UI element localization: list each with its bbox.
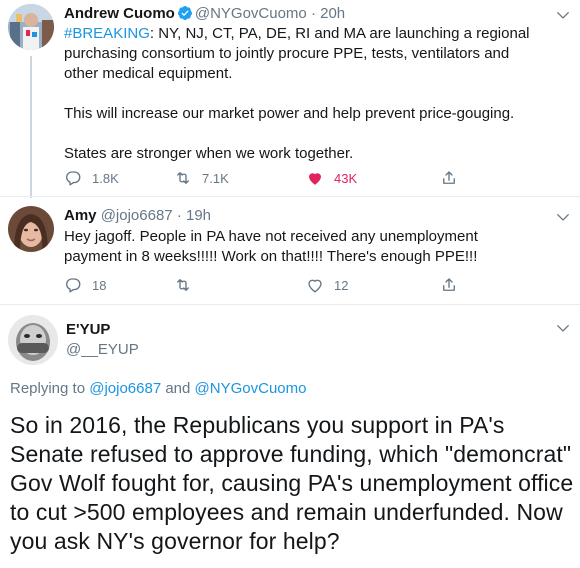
like-count: 12	[334, 277, 349, 293]
tweet-paragraph-2: This will increase our market power and …	[64, 105, 515, 122]
share-icon	[443, 171, 455, 184]
avatar-eyup[interactable]	[8, 315, 58, 365]
tweet-actions: 18 12	[64, 276, 514, 298]
share-icon	[443, 278, 455, 291]
tweet-header-name: E'YUP	[66, 320, 110, 340]
retweet-icon	[177, 172, 189, 184]
tweet-header: Andrew Cuomo @NYGovCuomo · 20h	[64, 4, 345, 24]
reply-count: 18	[92, 277, 107, 293]
retweet-button[interactable]: 7.1K	[174, 169, 229, 187]
author-handle[interactable]: @__EYUP	[66, 341, 139, 358]
replying-to-prefix: Replying to	[10, 380, 90, 397]
heart-outline-icon	[308, 279, 322, 293]
like-count: 43K	[334, 170, 358, 186]
retweet-button[interactable]	[174, 276, 202, 294]
heart-filled-icon	[309, 173, 321, 185]
reply-button[interactable]: 18	[64, 276, 106, 294]
chevron-down-icon[interactable]	[556, 321, 570, 335]
reply-count: 1.8K	[92, 170, 119, 186]
divider	[0, 196, 580, 197]
author-name[interactable]: E'YUP	[66, 321, 110, 338]
like-button[interactable]: 43K	[306, 169, 357, 187]
avatar-cuomo[interactable]	[8, 4, 54, 50]
chevron-down-icon[interactable]	[556, 8, 570, 22]
mention-link-jojo6687[interactable]: @jojo6687	[89, 380, 161, 397]
tweet-amy[interactable]: Amy @jojo6687 · 19h Hey jagoff. People i…	[0, 196, 580, 300]
tweet-cuomo[interactable]: Andrew Cuomo @NYGovCuomo · 20h #BREAKING:…	[0, 0, 580, 198]
retweet-count: 7.1K	[202, 170, 229, 186]
separator-dot: ·	[310, 5, 316, 22]
reply-icon	[66, 171, 81, 186]
separator-dot: ·	[176, 207, 182, 224]
retweet-icon	[177, 279, 189, 291]
reply-icon	[66, 278, 81, 293]
focused-tweet-text: So in 2016, the Republicans you support …	[10, 412, 574, 554]
thread-connector-line	[30, 56, 32, 198]
replying-to-and: and	[161, 380, 195, 397]
author-name[interactable]: Amy	[64, 207, 97, 224]
author-handle[interactable]: @NYGovCuomo	[195, 5, 307, 22]
like-button[interactable]: 12	[306, 276, 348, 294]
tweet-actions: 1.8K 7.1K 43K	[64, 169, 514, 191]
reply-button[interactable]: 1.8K	[64, 169, 119, 187]
replying-to: Replying to @jojo6687 and @NYGovCuomo	[10, 380, 306, 397]
hashtag-link[interactable]: #BREAKING	[64, 25, 150, 42]
timestamp[interactable]: 19h	[186, 207, 211, 224]
share-button[interactable]	[440, 169, 468, 187]
verified-badge-icon	[177, 5, 193, 21]
tweet-header: Amy @jojo6687 · 19h	[64, 206, 211, 226]
share-button[interactable]	[440, 276, 468, 294]
tweet-text: Hey jagoff. People in PA have not receiv…	[64, 228, 478, 265]
timestamp[interactable]: 20h	[320, 5, 345, 22]
tweet-header-handle: @__EYUP	[66, 340, 139, 360]
mention-link-nygovcuomo[interactable]: @NYGovCuomo	[195, 380, 307, 397]
author-handle[interactable]: @jojo6687	[101, 207, 173, 224]
tweet-text: #BREAKING: NY, NJ, CT, PA, DE, RI and MA…	[64, 24, 534, 164]
avatar-amy[interactable]	[8, 206, 54, 252]
author-name[interactable]: Andrew Cuomo	[64, 5, 175, 22]
tweet-paragraph-3: States are stronger when we work togethe…	[64, 145, 354, 162]
chevron-down-icon[interactable]	[556, 210, 570, 224]
